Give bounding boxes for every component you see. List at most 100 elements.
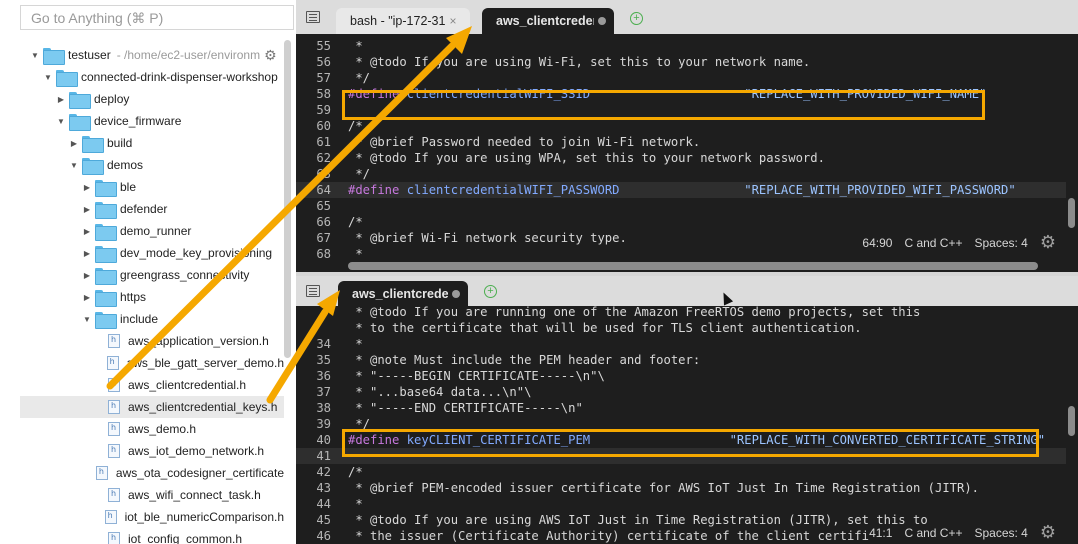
caret-right-icon[interactable]: ▶	[56, 95, 66, 104]
code-line[interactable]: 34 *	[296, 336, 1066, 352]
tree-folder[interactable]: ▶ build	[20, 132, 284, 154]
code-line[interactable]: 60 /*	[296, 118, 1066, 134]
code-line[interactable]: 62 * @todo If you are using WPA, set thi…	[296, 150, 1066, 166]
code-line[interactable]: 43 * @brief PEM-encoded issuer certifica…	[296, 480, 1066, 496]
tree-file[interactable]: aws_ble_gatt_server_demo.h	[20, 352, 284, 374]
code-editor-bottom[interactable]: * @todo If you are running one of the Am…	[296, 304, 1078, 544]
tree-item-label: include	[120, 312, 159, 326]
caret-right-icon[interactable]: ▶	[82, 183, 92, 192]
line-number: 38	[316, 401, 331, 415]
tree-file[interactable]: aws_clientcredential_keys.h	[20, 396, 284, 418]
line-text: *	[348, 497, 363, 511]
tab-label: aws_clientcreder	[496, 14, 594, 28]
tree-folder[interactable]: ▼ testuser - /home/ec2-user/environm ⚙	[20, 44, 284, 66]
tree-file[interactable]: aws_wifi_connect_task.h	[20, 484, 284, 506]
file-tree: ▼ testuser - /home/ec2-user/environm ⚙ ▼ conn…	[20, 34, 284, 544]
tree-folder[interactable]: ▶ dev_mode_key_provisioning	[20, 242, 284, 264]
code-line[interactable]: 65	[296, 198, 1066, 214]
tab-menu-icon[interactable]	[306, 11, 320, 23]
gear-icon[interactable]: ⚙	[1040, 232, 1056, 253]
code-line[interactable]: 57 */	[296, 70, 1066, 86]
tree-file[interactable]: aws_clientcredential.h	[20, 374, 284, 396]
line-number: 44	[316, 497, 331, 511]
line-number: 41	[316, 449, 331, 463]
file-icon	[108, 532, 120, 544]
caret-right-icon[interactable]: ▶	[82, 293, 92, 302]
tree-folder[interactable]: ▶ ble	[20, 176, 284, 198]
code-line[interactable]: 63 */	[296, 166, 1066, 182]
caret-down-icon[interactable]: ▼	[69, 161, 79, 170]
tree-folder[interactable]: ▶ demo_runner	[20, 220, 284, 242]
tree-folder[interactable]: ▼ connected-drink-dispenser-workshop	[20, 66, 284, 88]
code-line[interactable]: 45 * @todo If you are using AWS IoT Just…	[296, 512, 1066, 528]
tree-file[interactable]: aws_ota_codesigner_certificate	[20, 462, 284, 484]
caret-down-icon[interactable]: ▼	[82, 315, 92, 324]
code-line[interactable]: 44 *	[296, 496, 1066, 512]
indent-setting[interactable]: Spaces: 4	[974, 236, 1027, 250]
tree-folder[interactable]: ▶ defender	[20, 198, 284, 220]
tab-menu-icon[interactable]	[306, 285, 320, 297]
tree-file[interactable]: aws_application_version.h	[20, 330, 284, 352]
horizontal-scrollbar[interactable]	[348, 262, 1038, 270]
tree-item-label: aws_clientcredential.h	[128, 378, 247, 392]
code-line[interactable]: 46 * the issuer (Certificate Authority) …	[296, 528, 1066, 544]
caret-right-icon[interactable]: ▶	[82, 227, 92, 236]
folder-icon	[95, 289, 117, 307]
tree-folder[interactable]: ▶ greengrass_connectivity	[20, 264, 284, 286]
code-line[interactable]: 66 /*	[296, 214, 1066, 230]
line-number: 60	[316, 119, 331, 133]
line-number: 42	[316, 465, 331, 479]
line-text: /*	[348, 119, 363, 133]
folder-icon	[95, 267, 117, 285]
code-line[interactable]: * to the certificate that will be used f…	[296, 320, 1066, 336]
tree-item-label: connected-drink-dispenser-workshop	[81, 70, 278, 84]
line-text: * @todo If you are using WPA, set this t…	[348, 151, 825, 165]
tree-item-label: greengrass_connectivity	[120, 268, 250, 282]
code-line[interactable]: 64 #define clientcredentialWIFI_PASSWORD …	[296, 182, 1066, 198]
file-tree-panel: ▼ testuser - /home/ec2-user/environm⚙ ▼ conn…	[0, 0, 296, 544]
line-number: 66	[316, 215, 331, 229]
caret-right-icon[interactable]: ▶	[82, 249, 92, 258]
language-mode[interactable]: C and C++	[904, 236, 962, 250]
tree-folder[interactable]: ▼ include	[20, 308, 284, 330]
tree-file[interactable]: iot_config_common.h	[20, 528, 284, 544]
caret-down-icon[interactable]: ▼	[43, 73, 53, 82]
caret-right-icon[interactable]: ▶	[82, 271, 92, 280]
line-text: * @brief PEM-encoded issuer certificate …	[348, 481, 980, 495]
code-line[interactable]: 42 /*	[296, 464, 1066, 480]
code-line[interactable]: 36 * "-----BEGIN CERTIFICATE-----\n"\	[296, 368, 1066, 384]
tree-file[interactable]: aws_iot_demo_network.h	[20, 440, 284, 462]
tree-file[interactable]: aws_demo.h	[20, 418, 284, 440]
tree-folder[interactable]: ▼ device_firmware	[20, 110, 284, 132]
vertical-scrollbar[interactable]	[1068, 198, 1075, 228]
gear-icon[interactable]: ⚙	[264, 47, 277, 64]
tree-folder[interactable]: ▼ demos	[20, 154, 284, 176]
code-line[interactable]: 38 * "-----END CERTIFICATE-----\n"	[296, 400, 1066, 416]
caret-down-icon[interactable]: ▼	[56, 117, 66, 126]
goto-anything-input[interactable]	[20, 5, 294, 30]
close-icon[interactable]: ×	[449, 14, 456, 28]
tree-scrollbar[interactable]	[284, 40, 291, 358]
code-line[interactable]: * @todo If you are running one of the Am…	[296, 304, 1066, 320]
code-line[interactable]: 35 * @note Must include the PEM header a…	[296, 352, 1066, 368]
caret-right-icon[interactable]: ▶	[82, 205, 92, 214]
code-line[interactable]: 55 *	[296, 38, 1066, 54]
caret-down-icon[interactable]: ▼	[30, 51, 40, 60]
line-number: 36	[316, 369, 331, 383]
tree-file[interactable]: iot_ble_numericComparison.h	[20, 506, 284, 528]
line-text: * @brief Wi-Fi network security type.	[348, 231, 627, 245]
cursor-position[interactable]: 64:90	[862, 236, 892, 250]
tab-bash-terminal[interactable]: bash - "ip-172-31 ×	[336, 8, 470, 34]
code-line[interactable]: 61 * @brief Password needed to join Wi-F…	[296, 134, 1066, 150]
tab-aws-clientcredential[interactable]: aws_clientcreder	[482, 8, 614, 34]
folder-icon	[95, 201, 117, 219]
tree-item-label: defender	[120, 202, 168, 216]
tree-folder[interactable]: ▶ https	[20, 286, 284, 308]
caret-right-icon[interactable]: ▶	[69, 139, 79, 148]
add-tab-icon[interactable]: +	[484, 285, 497, 298]
tree-folder[interactable]: ▶ deploy	[20, 88, 284, 110]
code-line[interactable]: 56 * @todo If you are using Wi-Fi, set t…	[296, 54, 1066, 70]
add-tab-icon[interactable]: +	[630, 12, 643, 25]
code-line[interactable]: 37 * "...base64 data...\n"\	[296, 384, 1066, 400]
line-number: 39	[316, 417, 331, 431]
